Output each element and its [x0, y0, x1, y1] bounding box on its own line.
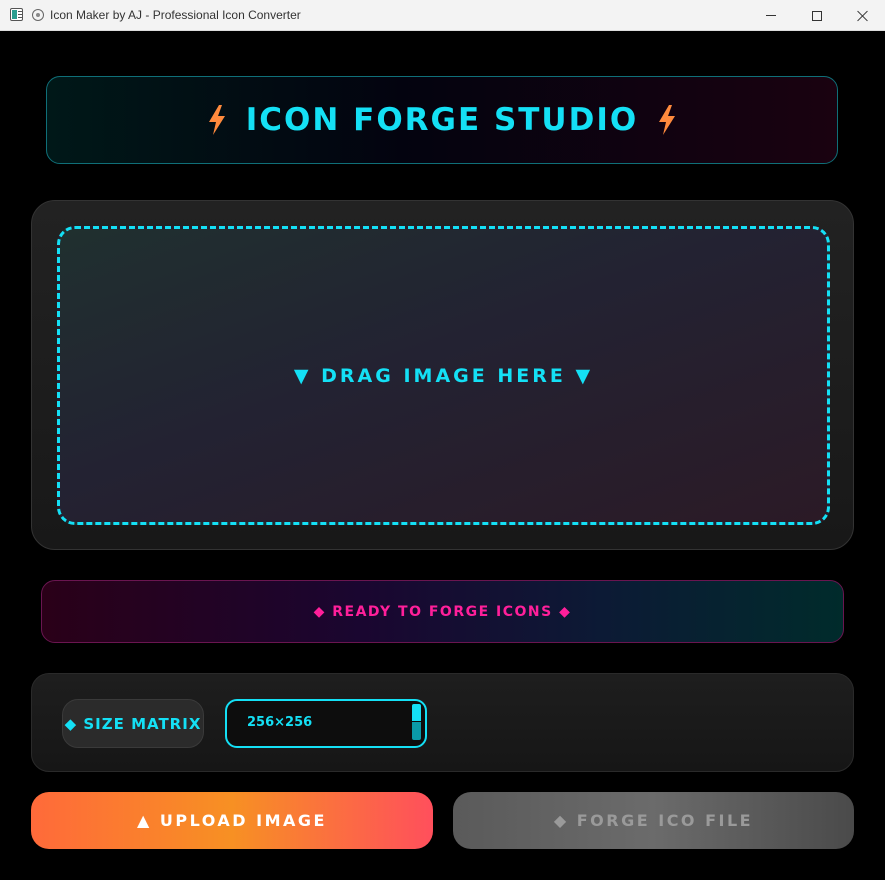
forge-ico-button[interactable]: ◆ FORGE ICO FILE: [453, 792, 854, 849]
app-icon: [10, 8, 23, 21]
spin-down-arrow-icon[interactable]: [412, 722, 421, 740]
lightning-bolt-icon: [208, 105, 225, 135]
header-banner: ICON FORGE STUDIO: [46, 76, 838, 164]
dropzone-panel: ▼ DRAG IMAGE HERE ▼: [31, 200, 854, 550]
window-titlebar: Icon Maker by AJ - Professional Icon Con…: [0, 0, 885, 31]
size-matrix-label-text: ◆ SIZE MATRIX: [64, 714, 202, 733]
size-selector[interactable]: 256×256: [225, 699, 427, 748]
upload-image-label: ▲ UPLOAD IMAGE: [137, 811, 327, 830]
status-text: ◆ READY TO FORGE ICONS ◆: [313, 603, 572, 620]
spin-up-arrow-icon[interactable]: [412, 704, 421, 721]
size-panel: ◆ SIZE MATRIX 256×256: [31, 673, 854, 772]
window-title: Icon Maker by AJ - Professional Icon Con…: [50, 8, 301, 22]
lightning-bolt-icon: [659, 105, 676, 135]
upload-image-button[interactable]: ▲ UPLOAD IMAGE: [31, 792, 433, 849]
image-drop-zone[interactable]: ▼ DRAG IMAGE HERE ▼: [57, 226, 830, 525]
size-matrix-label: ◆ SIZE MATRIX: [62, 699, 204, 748]
maximize-icon: [812, 10, 822, 21]
size-selected-value: 256×256: [247, 715, 313, 730]
minimize-icon: [766, 15, 776, 16]
close-icon: [857, 10, 869, 22]
minimize-button[interactable]: [748, 0, 794, 31]
forge-ico-label: ◆ FORGE ICO FILE: [553, 811, 754, 830]
close-button[interactable]: [840, 0, 885, 31]
drop-zone-label: ▼ DRAG IMAGE HERE ▼: [293, 364, 594, 387]
status-banner: ◆ READY TO FORGE ICONS ◆: [41, 580, 844, 643]
palette-icon: [32, 9, 44, 21]
maximize-button[interactable]: [794, 0, 840, 31]
app-title: ICON FORGE STUDIO: [245, 102, 639, 138]
